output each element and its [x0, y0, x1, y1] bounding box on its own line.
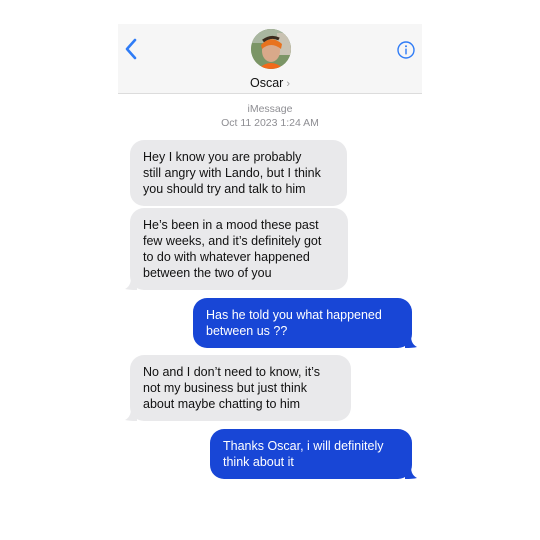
message-text: Hey I know you are probably still angry …: [143, 150, 321, 196]
contact-name-button[interactable]: Oscar ›: [118, 76, 422, 90]
bubble-tail: [125, 278, 137, 290]
back-button[interactable]: [124, 38, 148, 66]
messages-screen: Oscar › iMessage Oct 11 2023 1:24 AM Hey …: [118, 24, 422, 514]
message-text: No and I don’t need to know, it’s not my…: [143, 365, 320, 411]
outgoing-message-bubble[interactable]: Has he told you what happened between us…: [193, 298, 417, 348]
message-text: Has he told you what happened between us…: [206, 308, 382, 338]
bubble-tail: [405, 467, 417, 479]
info-button[interactable]: [396, 40, 416, 60]
incoming-message-bubble[interactable]: No and I don’t need to know, it’s not my…: [125, 355, 351, 421]
message-text: He’s been in a mood these past few weeks…: [143, 218, 322, 280]
chevron-left-icon: [125, 38, 137, 60]
info-icon: [397, 41, 415, 59]
avatar-photo: [251, 29, 291, 69]
bubble-tail: [125, 409, 137, 421]
chevron-right-icon: ›: [286, 78, 290, 90]
incoming-message-bubble[interactable]: Hey I know you are probably still angry …: [130, 140, 347, 206]
service-label: iMessage: [247, 103, 293, 115]
outgoing-message-bubble[interactable]: Thanks Oscar, i will definitely think ab…: [210, 429, 417, 479]
conversation-header: Oscar ›: [118, 24, 422, 94]
timestamp-label: Oct 11 2023 1:24 AM: [221, 117, 319, 129]
incoming-message-bubble[interactable]: He’s been in a mood these past few weeks…: [125, 208, 348, 290]
message-text: Thanks Oscar, i will definitely think ab…: [223, 439, 384, 469]
conversation-timestamp: iMessage Oct 11 2023 1:24 AM: [118, 102, 422, 130]
contact-avatar[interactable]: [251, 29, 291, 69]
bubble-tail: [405, 336, 417, 348]
contact-name: Oscar: [249, 76, 284, 90]
